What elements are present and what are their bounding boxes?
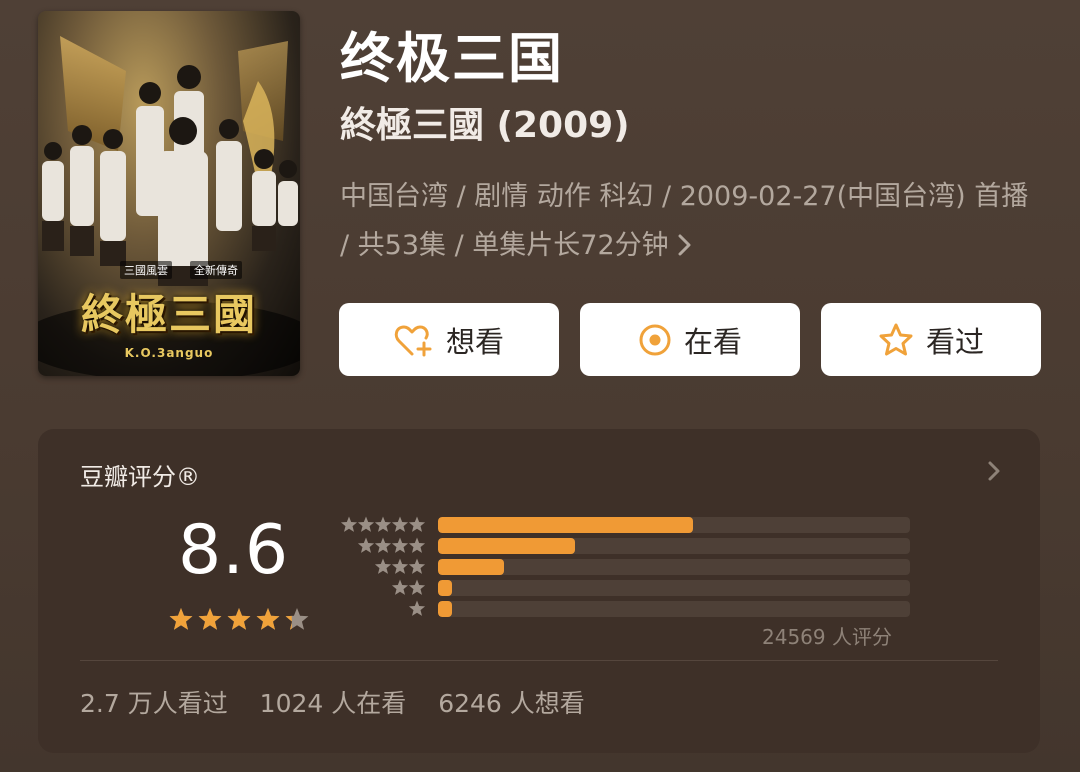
star-level-5-star bbox=[408, 516, 426, 532]
movie-detail-page: 三國風雲 全新傳奇 終極三國 K.O.3anguo 终极三国 終極三國 (200… bbox=[0, 0, 1080, 772]
rating-bar-fill bbox=[438, 538, 575, 554]
chevron-right-icon bbox=[677, 231, 693, 261]
want-button[interactable]: 想看 bbox=[339, 303, 559, 376]
rating-bar-4-star bbox=[438, 538, 910, 554]
want-count: 6246 人想看 bbox=[438, 689, 585, 718]
watching-button[interactable]: 在看 bbox=[580, 303, 800, 376]
rating-bar-2-star bbox=[438, 580, 910, 596]
watching-count: 1024 人在看 bbox=[259, 689, 407, 718]
rating-distribution bbox=[438, 517, 910, 622]
rating-bar-fill bbox=[438, 517, 693, 533]
score-star bbox=[227, 608, 251, 630]
original-title: 終極三國 (2009) bbox=[340, 105, 630, 146]
poster-brand-text: 終極三國 bbox=[80, 290, 257, 339]
rating-card[interactable]: 豆瓣评分® 8.6 24569 人评分 2.7 万人看过 1024 人在看 62… bbox=[38, 429, 1040, 753]
star-level-5-star bbox=[374, 516, 392, 532]
rating-bar-5-star bbox=[438, 517, 910, 533]
poster-tag-left: 三國風雲 bbox=[120, 261, 172, 279]
watched-button[interactable]: 看过 bbox=[821, 303, 1041, 376]
star-level-5-star bbox=[340, 516, 358, 532]
star-level-4-star bbox=[357, 537, 375, 553]
score-stars bbox=[168, 607, 313, 637]
rating-card-title: 豆瓣评分® bbox=[80, 463, 200, 491]
poster-image[interactable]: 三國風雲 全新傳奇 終極三國 K.O.3anguo bbox=[38, 11, 300, 376]
divider bbox=[80, 660, 998, 661]
poster-tag-right: 全新傳奇 bbox=[190, 261, 242, 279]
rating-bar-fill bbox=[438, 580, 453, 596]
star-rating-icon bbox=[169, 608, 309, 630]
watching-button-label: 在看 bbox=[683, 324, 742, 359]
rating-score: 8.6 bbox=[178, 511, 290, 590]
rating-bar-fill bbox=[438, 601, 453, 617]
star-rows-icon bbox=[340, 516, 426, 616]
star-level-5-star bbox=[391, 516, 409, 532]
poster-sub-text: K.O.3anguo bbox=[124, 346, 214, 360]
star-level-4-star bbox=[391, 537, 409, 553]
want-button-label: 想看 bbox=[445, 324, 504, 359]
heart-plus-icon bbox=[394, 322, 434, 358]
score-star bbox=[256, 608, 280, 630]
page-title: 终极三国 bbox=[340, 27, 564, 90]
watched-count: 2.7 万人看过 bbox=[80, 689, 228, 718]
star-level-4-star bbox=[408, 537, 426, 553]
rating-bar-fill bbox=[438, 559, 505, 575]
target-circle-icon bbox=[638, 323, 672, 357]
score-star bbox=[169, 608, 193, 630]
star-level-2-star bbox=[408, 579, 426, 595]
score-star bbox=[198, 608, 222, 630]
star-level-labels bbox=[334, 515, 434, 629]
watched-button-label: 看过 bbox=[925, 324, 984, 359]
star-level-3-star bbox=[391, 558, 409, 574]
star-level-2-star bbox=[391, 579, 409, 595]
star-level-3-star bbox=[374, 558, 392, 574]
chevron-right-icon[interactable] bbox=[986, 459, 1002, 487]
star-level-3-star bbox=[408, 558, 426, 574]
rating-stats: 2.7 万人看过 1024 人在看 6246 人想看 bbox=[80, 684, 609, 720]
rating-bar-1-star bbox=[438, 601, 910, 617]
star-level-1-star bbox=[408, 600, 426, 616]
rating-count: 24569 人评分 bbox=[762, 625, 892, 649]
star-outline-icon bbox=[878, 322, 914, 358]
rating-bar-3-star bbox=[438, 559, 910, 575]
meta-info[interactable]: 中国台湾 / 剧情 动作 科幻 / 2009-02-27(中国台湾) 首播 / … bbox=[340, 172, 1040, 271]
star-level-4-star bbox=[374, 537, 392, 553]
star-level-5-star bbox=[357, 516, 375, 532]
